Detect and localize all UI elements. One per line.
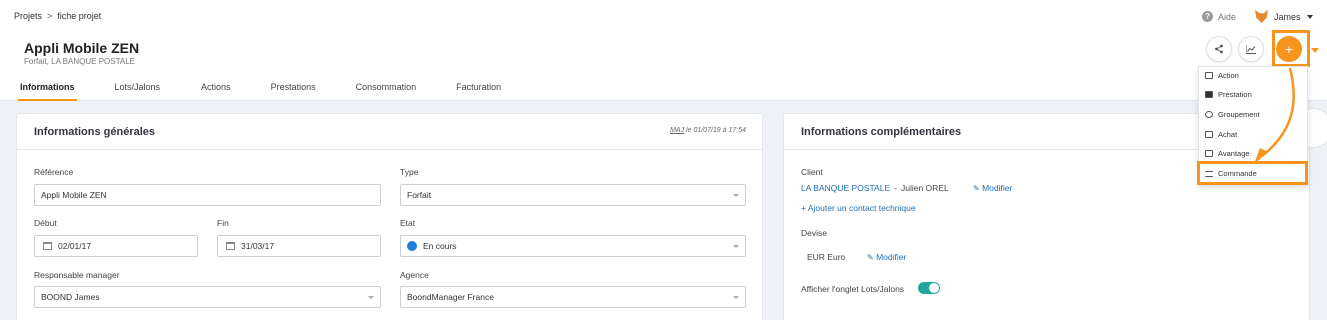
tab-facturation[interactable]: Facturation: [456, 74, 501, 101]
chart-icon: [1246, 44, 1256, 54]
modify-client-label: Modifier: [982, 183, 1013, 193]
agence-value: BoondManager France: [407, 292, 494, 302]
plus-caret-icon: [1311, 48, 1319, 53]
fin-value: 31/03/17: [241, 241, 275, 251]
maj-date: le 01/07/19 à 17:54: [686, 127, 746, 134]
breadcrumb: Projets > fiche projet: [14, 11, 101, 21]
share-icon: [1215, 44, 1223, 54]
client-company-link[interactable]: LA BANQUE POSTALE: [801, 183, 890, 193]
devise-label: Devise: [801, 228, 827, 238]
briefcase-icon: [1205, 91, 1213, 98]
fox-avatar-icon: [1255, 10, 1268, 23]
breadcrumb-projets[interactable]: Projets: [14, 11, 42, 21]
type-label: Type: [400, 167, 419, 177]
general-info-card: Informations générales MAJ le 01/07/19 à…: [16, 113, 763, 320]
database-icon: [1205, 111, 1213, 118]
general-info-title: Informations générales: [34, 126, 156, 138]
action-icon: [1205, 72, 1213, 79]
stats-button[interactable]: [1238, 36, 1264, 62]
debut-date-input[interactable]: 02/01/17: [34, 235, 198, 257]
type-value: Forfait: [407, 190, 432, 200]
help-link[interactable]: ? Aide: [1202, 11, 1236, 22]
modify-devise-link[interactable]: ✎ Modifier: [867, 252, 906, 262]
manager-label: Responsable manager: [34, 270, 120, 280]
menu-item-label: Achat: [1218, 130, 1238, 139]
debut-value: 02/01/17: [58, 241, 92, 251]
client-contact[interactable]: Julien OREL: [901, 183, 949, 193]
chevron-down-icon: [1306, 14, 1313, 19]
fin-date-input[interactable]: 31/03/17: [217, 235, 381, 257]
user-name: James: [1274, 11, 1301, 22]
tab-consommation[interactable]: Consommation: [356, 74, 417, 101]
manager-select[interactable]: BOOND James: [34, 286, 381, 308]
tab-actions[interactable]: Actions: [201, 74, 231, 101]
lots-toggle-label: Afficher l'onglet Lots/Jalons: [801, 284, 905, 294]
pencil-icon: ✎: [973, 184, 980, 193]
fin-label: Fin: [217, 218, 229, 228]
type-select[interactable]: Forfait: [400, 184, 746, 206]
select-arrow-icon: [733, 296, 739, 299]
add-contact-link[interactable]: + Ajouter un contact technique: [801, 203, 916, 213]
agence-label: Agence: [400, 270, 429, 280]
pencil-icon: ✎: [867, 253, 874, 262]
modify-client-link[interactable]: ✎ Modifier: [973, 183, 1012, 193]
complementary-info-title: Informations complémentaires: [801, 126, 962, 138]
calendar-icon: [226, 242, 235, 250]
agence-select[interactable]: BoondManager France: [400, 286, 746, 308]
select-arrow-icon: [733, 245, 739, 248]
reference-input[interactable]: Appli Mobile ZEN: [34, 184, 381, 206]
client-row: LA BANQUE POSTALE - Julien OREL: [801, 183, 949, 193]
share-button[interactable]: [1206, 36, 1232, 62]
general-info-header: Informations générales MAJ le 01/07/19 à…: [17, 114, 762, 150]
user-menu[interactable]: James: [1255, 10, 1313, 23]
reference-value: Appli Mobile ZEN: [41, 190, 107, 200]
cart-icon: [1205, 131, 1213, 138]
annotation-arrow: [1254, 67, 1295, 164]
reference-label: Référence: [34, 167, 74, 177]
client-dash: -: [894, 183, 897, 193]
debut-label: Début: [34, 218, 57, 228]
menu-item-action[interactable]: Action: [1205, 71, 1239, 80]
etat-value: En cours: [423, 241, 457, 251]
add-button[interactable]: +: [1276, 36, 1302, 62]
etat-label: Etat: [400, 218, 416, 228]
menu-item-label: Action: [1218, 71, 1239, 80]
client-label: Client: [801, 167, 823, 177]
lots-jalons-toggle[interactable]: [918, 282, 940, 294]
tab-bar: Informations Lots/Jalons Actions Prestat…: [0, 74, 501, 101]
help-icon: ?: [1202, 11, 1213, 22]
select-arrow-icon: [368, 296, 374, 299]
help-label: Aide: [1218, 11, 1237, 22]
page-subtitle: Forfait, LA BANQUE POSTALE: [24, 57, 135, 66]
breadcrumb-separator: >: [47, 11, 53, 21]
modify-devise-label: Modifier: [876, 252, 907, 262]
tab-lots-jalons[interactable]: Lots/Jalons: [115, 74, 161, 101]
select-arrow-icon: [733, 194, 739, 197]
tab-informations[interactable]: Informations: [18, 74, 77, 101]
tab-prestations[interactable]: Prestations: [271, 74, 316, 101]
gift-icon: [1205, 150, 1213, 157]
devise-value: EUR Euro: [807, 252, 846, 262]
page-header: Projets > fiche projet Appli Mobile ZEN …: [0, 0, 1327, 101]
plus-icon: +: [1284, 41, 1294, 57]
etat-select[interactable]: En cours: [400, 235, 746, 257]
status-dot-icon: [407, 241, 417, 251]
last-update: MAJ le 01/07/19 à 17:54: [670, 127, 746, 134]
maj-label: MAJ: [670, 127, 685, 134]
manager-value: BOOND James: [41, 292, 100, 302]
calendar-icon: [43, 242, 52, 250]
menu-item-achat[interactable]: Achat: [1205, 130, 1237, 139]
breadcrumb-current: fiche projet: [57, 11, 102, 21]
page-title: Appli Mobile ZEN: [24, 40, 140, 56]
